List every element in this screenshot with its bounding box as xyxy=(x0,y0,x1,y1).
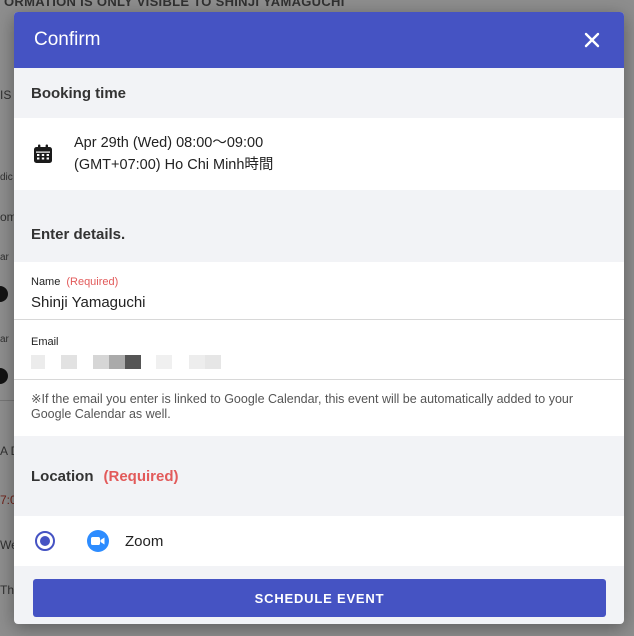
email-redaction xyxy=(109,355,125,369)
video-camera-icon xyxy=(91,537,105,545)
email-redaction xyxy=(189,355,205,369)
email-redaction xyxy=(31,355,45,369)
calendar-note: ※If the email you enter is linked to Goo… xyxy=(14,380,624,436)
booking-time-heading: Booking time xyxy=(14,68,624,118)
email-redaction xyxy=(205,355,221,369)
zoom-label: Zoom xyxy=(125,532,164,550)
name-input[interactable]: Shinji Yamaguchi xyxy=(31,291,607,319)
booking-time-box: Apr 29th (Wed) 08:00〜09:00 (GMT+07:00) H… xyxy=(14,118,624,190)
name-required-label: (Required) xyxy=(66,276,119,288)
booking-date-time: Apr 29th (Wed) 08:00〜09:00 xyxy=(74,135,264,151)
dialog-header: Confirm xyxy=(14,12,624,68)
name-label: Name (Required) xyxy=(31,276,607,291)
email-label: Email xyxy=(31,336,59,348)
email-redaction xyxy=(156,355,172,369)
email-redaction xyxy=(125,355,141,369)
zoom-icon xyxy=(87,530,109,552)
location-option-zoom[interactable]: Zoom xyxy=(14,516,624,566)
close-icon xyxy=(584,32,600,48)
schedule-event-button[interactable]: SCHEDULE EVENT xyxy=(33,579,606,617)
confirm-dialog: Confirm Booking time Apr 29th (Wed) 08:0… xyxy=(14,12,624,624)
spacer xyxy=(14,190,624,206)
name-label-text: Name xyxy=(31,276,61,288)
booking-time-text: Apr 29th (Wed) 08:00〜09:00 (GMT+07:00) H… xyxy=(74,132,273,176)
email-field[interactable]: Email xyxy=(14,320,624,380)
dialog-title: Confirm xyxy=(34,29,101,50)
radio-selected-dot xyxy=(40,536,50,546)
zoom-radio[interactable] xyxy=(35,531,55,551)
location-heading: Location (Required) xyxy=(14,436,624,516)
details-heading: Enter details. xyxy=(14,206,624,262)
booking-timezone: (GMT+07:00) Ho Chi Minh時間 xyxy=(74,157,274,173)
name-field[interactable]: Name (Required) Shinji Yamaguchi xyxy=(14,262,624,320)
calendar-icon xyxy=(34,144,52,163)
location-required-label: (Required) xyxy=(103,467,179,485)
close-button[interactable] xyxy=(580,28,604,52)
email-input[interactable] xyxy=(31,351,607,379)
email-redaction xyxy=(93,355,109,369)
location-heading-text: Location xyxy=(31,467,94,485)
email-redaction xyxy=(61,355,77,369)
